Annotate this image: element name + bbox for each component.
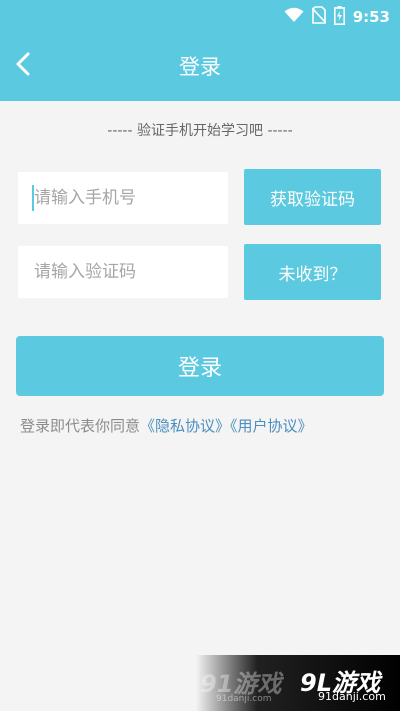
nav-bar: 登录 (0, 34, 400, 101)
status-icons: 9:53 (284, 5, 390, 29)
app-header: 9:53 登录 (0, 0, 400, 101)
page-title: 登录 (179, 55, 221, 79)
no-sim-icon (311, 6, 327, 28)
user-agreement-link[interactable]: 《用户协议》 (230, 417, 313, 435)
watermark-ghost-url: 91danji.com (216, 694, 272, 704)
status-bar: 9:53 (0, 0, 400, 34)
battery-charging-icon (333, 5, 345, 29)
phone-input[interactable] (18, 172, 228, 224)
text-caret (32, 185, 34, 211)
chevron-left-icon (15, 52, 31, 80)
status-time: 9:53 (352, 8, 390, 26)
wifi-icon (284, 7, 304, 27)
back-button[interactable] (8, 50, 38, 82)
login-button[interactable]: 登录 (16, 336, 384, 396)
not-received-button[interactable]: 未收到？ (244, 244, 381, 300)
agreement-prefix: 登录即代表你同意 (20, 417, 141, 435)
privacy-policy-link[interactable]: 《隐私协议》 (140, 417, 230, 435)
verification-code-input[interactable] (18, 246, 228, 298)
get-code-button[interactable]: 获取验证码 (244, 169, 381, 225)
login-subtitle: ----- 验证手机开始学习吧 ----- (107, 123, 293, 139)
watermark-url: 91danji.com (318, 690, 386, 703)
agreement-text: 登录即代表你同意《隐私协议》《用户协议》 (20, 414, 313, 438)
